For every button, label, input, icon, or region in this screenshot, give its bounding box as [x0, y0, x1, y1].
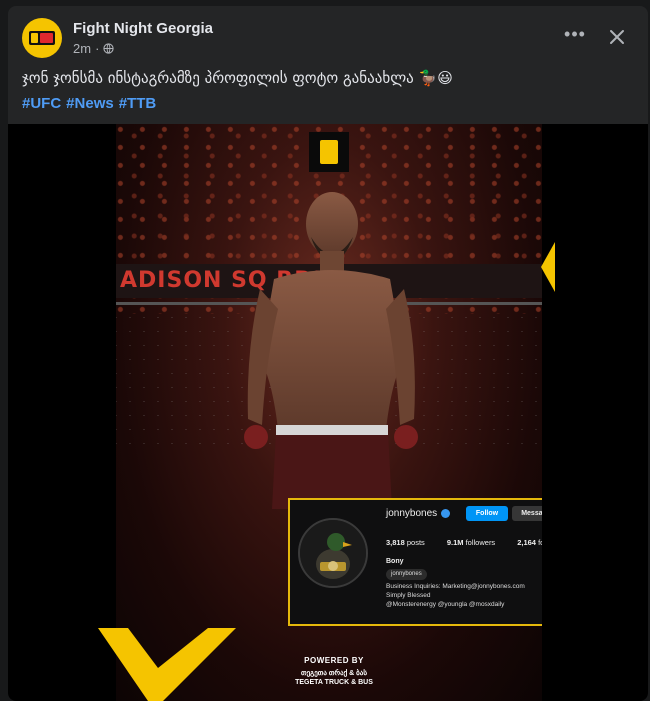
hashtag-ufc[interactable]: #UFC [22, 95, 61, 112]
hashtag-list: #UFC #News #TTB [22, 95, 156, 112]
profile-stats: 3,818 posts 9.1M followers 2,164 followi… [386, 538, 542, 547]
page-name-link[interactable]: Fight Night Georgia [73, 20, 213, 37]
post-card: Fight Night Georgia 2m · ••• ჯონ ჯონსმა … [8, 6, 648, 701]
close-icon[interactable] [602, 22, 632, 52]
yellow-chevron-right [541, 242, 555, 292]
hashtag-ttb[interactable]: #TTB [119, 95, 157, 112]
post-time[interactable]: 2m [73, 41, 91, 56]
profile-display-name: Bony [386, 558, 404, 565]
sponsor-line-georgian: თეგეთა თრაქ & ბას [301, 670, 367, 677]
sponsor-name: თეგეთა თრაქ & ბას TEGETA TRUCK & BUS [279, 669, 389, 687]
followers-stat: 9.1M followers [446, 538, 496, 547]
following-stat: 2,164 following [517, 538, 542, 547]
poster: ADISON SQ RDEN jonnybones Follow Messa 3… [116, 124, 542, 701]
posts-stat: 3,818 posts [386, 538, 425, 547]
instagram-profile-card: jonnybones Follow Message +A 3,818 posts… [288, 498, 542, 626]
bio-line-3: @Monsterenergy @youngla @mosxdaily [386, 601, 505, 608]
post-caption: ჯონ ჯონსმა ინსტაგრამზე პროფილის ფოტო გან… [22, 69, 453, 87]
powered-by-label: POWERED BY [304, 656, 364, 665]
hashtag-news[interactable]: #News [66, 95, 114, 112]
post-image[interactable]: ADISON SQ RDEN jonnybones Follow Messa 3… [8, 124, 648, 701]
verified-badge-icon [441, 509, 451, 518]
follow-button: Follow [466, 506, 508, 521]
fighter-illustration [244, 192, 418, 509]
page-avatar[interactable] [22, 18, 62, 58]
threads-handle-pill: jonnybones [386, 569, 427, 580]
sponsor-line-english: TEGETA TRUCK & BUS [295, 679, 373, 686]
duck-profile-picture [298, 518, 368, 588]
yellow-chevron-decoration [98, 628, 236, 701]
bio-line-2: Simply Blessed [386, 592, 431, 599]
post-header: Fight Night Georgia 2m · ••• [22, 18, 634, 62]
more-options-button[interactable]: ••• [560, 24, 590, 45]
page-logo [29, 31, 55, 45]
duck-icon [300, 520, 366, 586]
sponsor-logo-top [309, 132, 349, 172]
post-meta: 2m · [73, 41, 115, 56]
profile-username-row: jonnybones [386, 508, 451, 519]
profile-username: jonnybones [386, 508, 438, 519]
bio-line-1: Business Inquiries: Marketing@jonnybones… [386, 583, 525, 590]
globe-icon [103, 43, 115, 54]
message-button: Message [512, 506, 542, 521]
